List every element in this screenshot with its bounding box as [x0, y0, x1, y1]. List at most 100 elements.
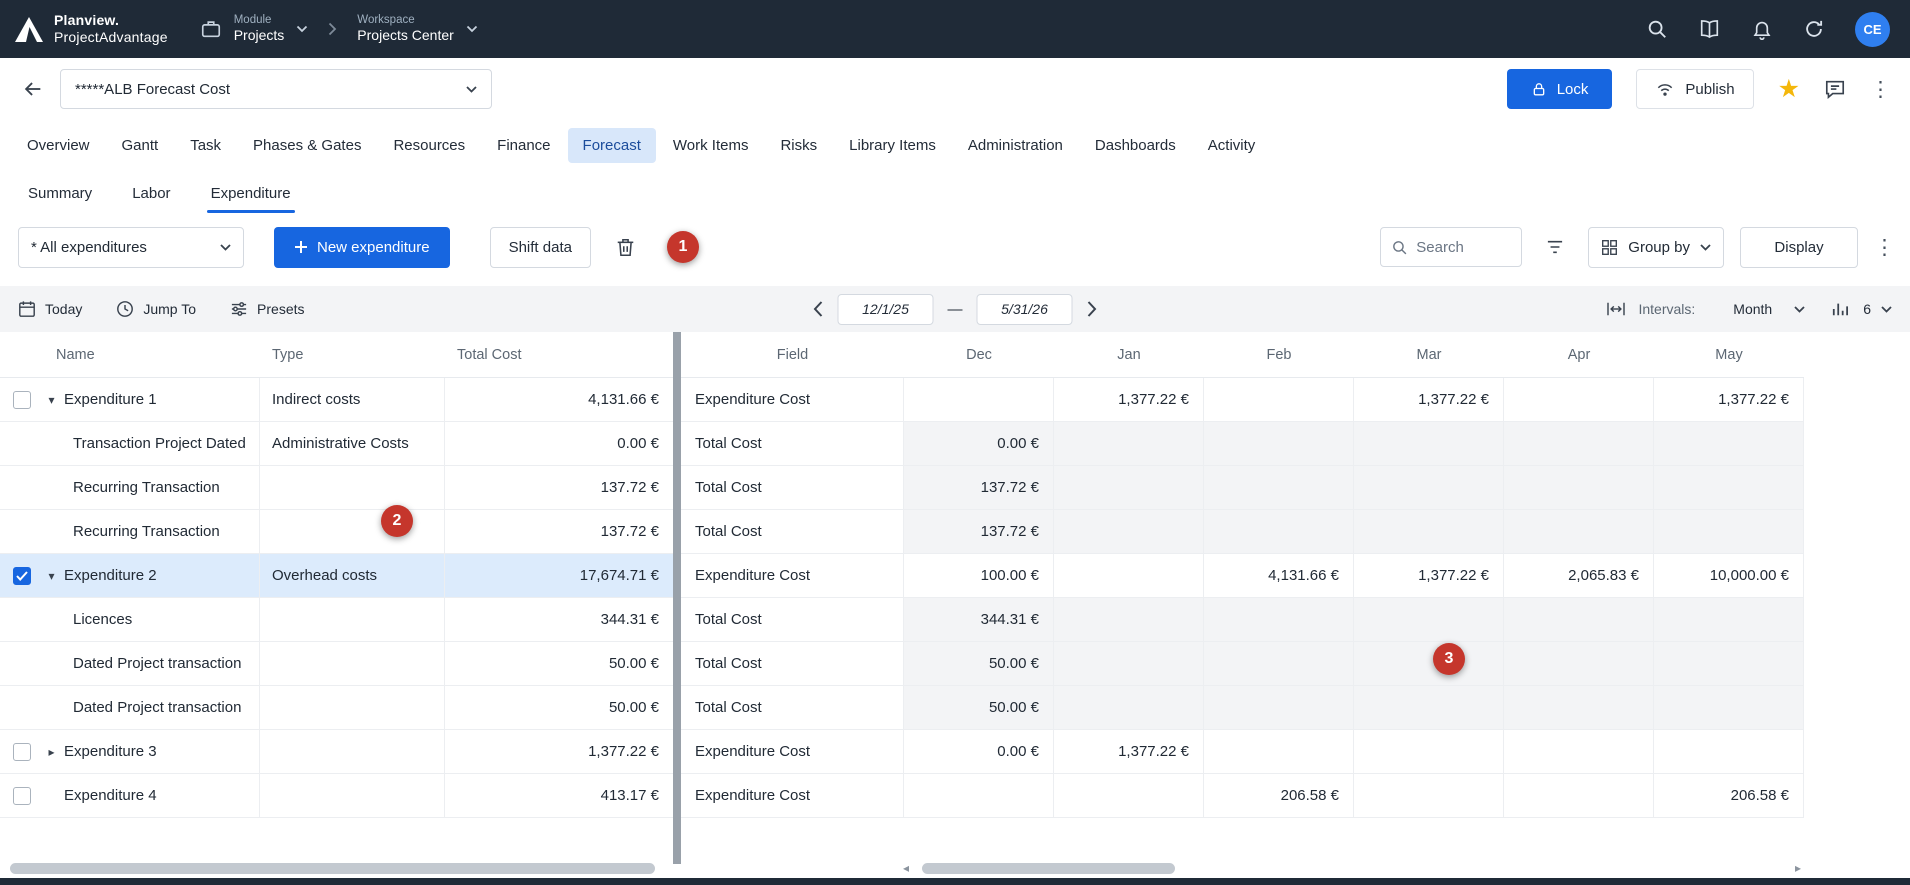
comments-icon[interactable] [1824, 79, 1846, 100]
table-row-left-expenditure-2[interactable]: ▾Expenditure 2Overhead costs17,674.71 € [0, 554, 673, 598]
row-checkbox[interactable] [13, 787, 31, 805]
search-input[interactable] [1416, 239, 1511, 256]
col-header-feb[interactable]: Feb [1204, 347, 1354, 363]
table-row-right-transaction-project-dated[interactable]: Total Cost0.00 € [681, 422, 1804, 466]
delete-trash-icon[interactable] [607, 227, 645, 268]
left-panel-scrollbar-thumb[interactable] [10, 863, 655, 874]
presets-button[interactable]: Presets [230, 301, 304, 317]
col-header-jan[interactable]: Jan [1054, 347, 1204, 363]
knowledge-book-icon[interactable] [1698, 18, 1721, 40]
table-row-left-recurring-transaction[interactable]: Recurring Transaction137.72 € [0, 466, 673, 510]
col-header-dec[interactable]: Dec [904, 347, 1054, 363]
tab-work-items[interactable]: Work Items [658, 128, 764, 163]
col-header-apr[interactable]: Apr [1504, 347, 1654, 363]
new-expenditure-button[interactable]: New expenditure [274, 227, 450, 268]
table-row-right-expenditure-4[interactable]: Expenditure Cost206.58 €206.58 € [681, 774, 1804, 818]
table-row-left-expenditure-1[interactable]: ▾Expenditure 1Indirect costs4,131.66 € [0, 378, 673, 422]
expenditure-filter-dropdown[interactable]: * All expenditures [18, 227, 244, 268]
subtab-summary[interactable]: Summary [14, 173, 106, 214]
table-row-right-licences[interactable]: Total Cost344.31 € [681, 598, 1804, 642]
tab-finance[interactable]: Finance [482, 128, 565, 163]
avatar[interactable]: CE [1855, 12, 1890, 47]
chevron-down-icon [466, 86, 477, 93]
table-row-left-recurring-transaction[interactable]: Recurring Transaction137.72 € [0, 510, 673, 554]
tab-overview[interactable]: Overview [12, 128, 105, 163]
group-by-dropdown[interactable]: Group by [1588, 227, 1724, 268]
display-button[interactable]: Display [1740, 227, 1858, 268]
project-title-dropdown[interactable]: *****ALB Forecast Cost [60, 69, 492, 109]
table-row-right-expenditure-3[interactable]: Expenditure Cost0.00 €1,377.22 € [681, 730, 1804, 774]
tab-dashboards[interactable]: Dashboards [1080, 128, 1191, 163]
col-header-may[interactable]: May [1654, 347, 1804, 363]
planview-home-link[interactable]: Planview. ProjectAdvantage [14, 12, 168, 47]
row-checkbox[interactable] [13, 391, 31, 409]
tab-risks[interactable]: Risks [765, 128, 832, 163]
grid-splitter[interactable] [673, 332, 681, 864]
right-panel-scrollbar-thumb[interactable] [922, 863, 1175, 874]
tab-task[interactable]: Task [175, 128, 236, 163]
tab-gantt[interactable]: Gantt [107, 128, 174, 163]
subtab-expenditure[interactable]: Expenditure [197, 173, 305, 214]
col-header-mar[interactable]: Mar [1354, 347, 1504, 363]
chevron-down-icon[interactable] [1881, 306, 1892, 313]
end-date-input[interactable] [977, 294, 1073, 325]
table-row-right-expenditure-2[interactable]: Expenditure Cost100.00 €4,131.66 €1,377.… [681, 554, 1804, 598]
prev-period-chevron-icon[interactable] [813, 300, 824, 318]
expand-row-icon[interactable]: ▸ [44, 745, 59, 759]
table-row-left-dated-project-transaction[interactable]: Dated Project transaction50.00 € [0, 642, 673, 686]
interval-unit-value[interactable]: Month [1733, 301, 1772, 317]
interval-count-value[interactable]: 6 [1863, 301, 1871, 317]
row-select-cell [0, 378, 44, 421]
subtab-labor[interactable]: Labor [118, 173, 184, 214]
tab-forecast[interactable]: Forecast [568, 128, 656, 163]
notifications-bell-icon[interactable] [1751, 18, 1773, 40]
lock-button[interactable]: Lock [1507, 69, 1613, 109]
col-header-name[interactable]: Name [44, 347, 260, 363]
table-row-left-licences[interactable]: Licences344.31 € [0, 598, 673, 642]
table-row-right-dated-project-transaction[interactable]: Total Cost50.00 € [681, 642, 1804, 686]
collapse-row-icon[interactable]: ▾ [44, 569, 59, 583]
today-button[interactable]: Today [18, 300, 82, 318]
scroll-right-arrow-icon[interactable]: ▸ [1795, 862, 1801, 874]
tab-phases-gates[interactable]: Phases & Gates [238, 128, 376, 163]
table-row-right-expenditure-1[interactable]: Expenditure Cost1,377.22 €1,377.22 €1,37… [681, 378, 1804, 422]
col-header-field[interactable]: Field [681, 347, 904, 363]
table-row-left-transaction-project-dated[interactable]: Transaction Project DatedAdministrative … [0, 422, 673, 466]
row-checkbox[interactable] [13, 743, 31, 761]
tab-administration[interactable]: Administration [953, 128, 1078, 163]
tab-activity[interactable]: Activity [1193, 128, 1271, 163]
shift-data-button[interactable]: Shift data [490, 227, 591, 268]
publish-button[interactable]: Publish [1636, 69, 1753, 109]
favorite-star-icon[interactable]: ★ [1778, 77, 1800, 102]
search-icon[interactable] [1646, 18, 1668, 40]
toolbar-kebab-icon[interactable]: ⋮ [1874, 237, 1892, 258]
table-row-left-expenditure-4[interactable]: Expenditure 4413.17 € [0, 774, 673, 818]
workspace-switcher[interactable]: Workspace Projects Center [349, 7, 485, 51]
tab-library-items[interactable]: Library Items [834, 128, 951, 163]
search-field[interactable] [1380, 227, 1522, 267]
table-row-right-recurring-transaction[interactable]: Total Cost137.72 € [681, 510, 1804, 554]
table-row-left-dated-project-transaction[interactable]: Dated Project transaction50.00 € [0, 686, 673, 730]
cell-month-jan [1054, 598, 1204, 641]
next-period-chevron-icon[interactable] [1087, 300, 1098, 318]
module-switcher[interactable]: Module Projects [192, 7, 317, 51]
col-header-total-cost[interactable]: Total Cost [445, 347, 673, 363]
jump-to-button[interactable]: Jump To [116, 300, 196, 318]
back-button[interactable] [22, 78, 44, 100]
scroll-left-arrow-icon[interactable]: ◂ [903, 862, 909, 874]
histogram-icon[interactable] [1831, 301, 1849, 317]
filter-icon[interactable] [1538, 227, 1572, 267]
collapse-row-icon[interactable]: ▾ [44, 393, 59, 407]
more-options-kebab-icon[interactable]: ⋮ [1870, 79, 1888, 100]
chevron-down-icon[interactable] [1794, 306, 1805, 313]
table-row-right-dated-project-transaction[interactable]: Total Cost50.00 € [681, 686, 1804, 730]
col-header-type[interactable]: Type [260, 347, 445, 363]
row-name-text: Dated Project transaction [73, 655, 241, 672]
cell-type [260, 642, 445, 685]
table-row-right-recurring-transaction[interactable]: Total Cost137.72 € [681, 466, 1804, 510]
refresh-icon[interactable] [1803, 18, 1825, 40]
row-checkbox[interactable] [13, 567, 31, 585]
table-row-left-expenditure-3[interactable]: ▸Expenditure 31,377.22 € [0, 730, 673, 774]
tab-resources[interactable]: Resources [378, 128, 480, 163]
start-date-input[interactable] [838, 294, 934, 325]
